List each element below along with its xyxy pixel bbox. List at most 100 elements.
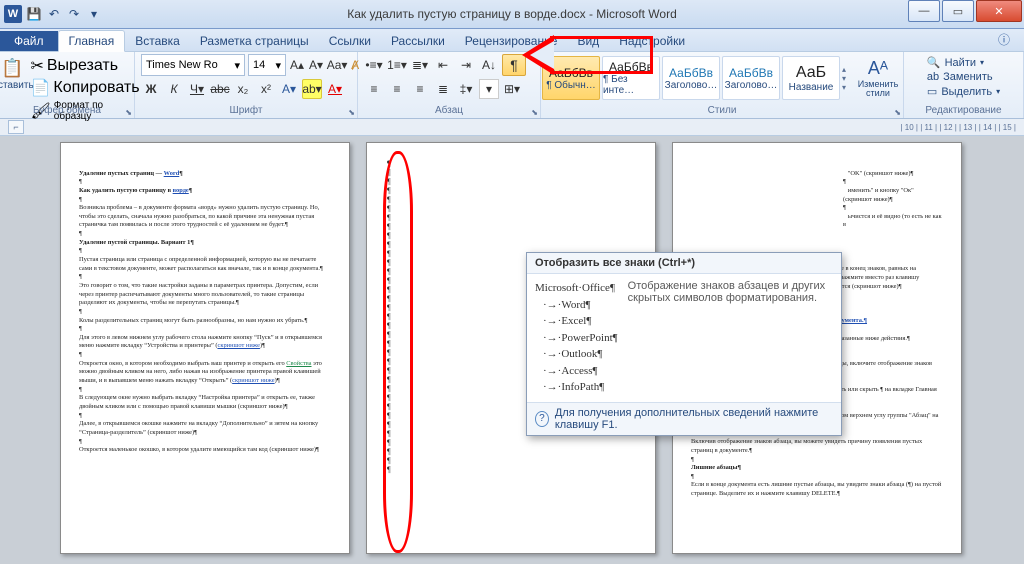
cut-label: Вырезать <box>47 57 118 75</box>
styles-launcher-icon[interactable]: ⬊ <box>894 108 901 117</box>
window-controls: — ▭ ✕ <box>908 0 1024 22</box>
group-font: Times New Ro▾ 14▾ A▴ A▾ Aa▾ Ⱥ Ж К Ч▾ abc… <box>135 52 358 118</box>
multilevel-button[interactable]: ≣▾ <box>410 55 430 75</box>
tooltip-footer: ? Для получения дополнительных сведений … <box>527 402 841 435</box>
close-button[interactable]: ✕ <box>976 0 1022 22</box>
justify-button[interactable]: ≣ <box>433 79 453 99</box>
shading-button[interactable]: ▾ <box>479 79 499 99</box>
tab-view[interactable]: Вид <box>567 31 609 51</box>
titlebar: W 💾 ↶ ↷ ▾ Как удалить пустую страницу в … <box>0 0 1024 29</box>
align-left-button[interactable]: ≡ <box>364 79 384 99</box>
minimize-button[interactable]: — <box>908 0 940 22</box>
tab-references[interactable]: Ссылки <box>319 31 381 51</box>
style-heading1[interactable]: АаБбВвЗаголово… <box>662 56 720 100</box>
grow-font-button[interactable]: A▴ <box>289 55 305 75</box>
line-spacing-button[interactable]: ‡▾ <box>456 79 476 99</box>
group-editing: 🔍Найти▾ abЗаменить ▭Выделить▾ Редактиров… <box>904 52 1024 118</box>
font-family-value: Times New Ro <box>146 59 218 71</box>
style-title[interactable]: АаБНазвание <box>782 56 840 100</box>
undo-icon[interactable]: ↶ <box>46 6 62 22</box>
ruler: ⌐ | 10 | | 11 | | 12 | | 13 | | 14 | | 1… <box>0 119 1024 136</box>
search-icon: 🔍 <box>927 56 941 69</box>
styles-more-icon[interactable]: ▾ <box>842 83 852 92</box>
tab-mailings[interactable]: Рассылки <box>381 31 455 51</box>
strike-button[interactable]: abc <box>210 79 230 99</box>
change-case-button[interactable]: Aa▾ <box>327 55 347 75</box>
superscript-button[interactable]: x² <box>256 79 276 99</box>
borders-button[interactable]: ⊞▾ <box>502 79 522 99</box>
group-editing-label: Редактирование <box>904 104 1023 117</box>
tab-selector-icon[interactable]: ⌐ <box>8 120 24 134</box>
scissors-icon: ✂ <box>30 56 43 76</box>
select-button[interactable]: ▭Выделить▾ <box>927 85 1000 98</box>
window-title: Как удалить пустую страницу в ворде.docx… <box>0 7 1024 21</box>
group-clipboard-label: Буфер обмена <box>0 104 134 117</box>
numbering-button[interactable]: 1≡▾ <box>387 55 407 75</box>
subscript-button[interactable]: x₂ <box>233 79 253 99</box>
paragraph-launcher-icon[interactable]: ⬊ <box>531 108 538 117</box>
document-page-1[interactable]: Удаление пустых страниц — Word¶ ¶ Как уд… <box>60 142 350 554</box>
document-area[interactable]: Отобразить все знаки (Ctrl+*) Microsoft·… <box>0 136 1024 564</box>
clipboard-launcher-icon[interactable]: ⬊ <box>125 108 132 117</box>
paste-label: Вставить <box>0 80 34 91</box>
paste-icon: 📋 <box>0 56 24 80</box>
indent-button[interactable]: ⇥ <box>456 55 476 75</box>
group-clipboard: 📋 Вставить ✂Вырезать 📄Копировать 🖌Формат… <box>0 52 135 118</box>
style-normal[interactable]: АаБбВв¶ Обычн… <box>542 56 600 100</box>
tab-review[interactable]: Рецензирование <box>455 31 568 51</box>
ribbon-tabs: Файл Главная Вставка Разметка страницы С… <box>0 29 1024 52</box>
chevron-down-icon: ▾ <box>275 59 281 72</box>
sort-button[interactable]: A↓ <box>479 55 499 75</box>
tooltip-f1-hint: Для получения дополнительных сведений на… <box>555 407 833 431</box>
underline-button[interactable]: Ч▾ <box>187 79 207 99</box>
styles-scroll-down-icon[interactable]: ▾ <box>842 74 852 83</box>
show-marks-tooltip: Отобразить все знаки (Ctrl+*) Microsoft·… <box>526 252 842 436</box>
change-styles-icon: Aᴬ <box>866 56 890 80</box>
replace-icon: ab <box>927 71 939 83</box>
style-heading2[interactable]: АаБбВвЗаголово… <box>722 56 780 100</box>
redo-icon[interactable]: ↷ <box>66 6 82 22</box>
tab-insert[interactable]: Вставка <box>125 31 190 51</box>
align-right-button[interactable]: ≡ <box>410 79 430 99</box>
qat-dropdown-icon[interactable]: ▾ <box>86 6 102 22</box>
show-marks-button[interactable]: ¶ <box>502 54 526 76</box>
copy-button[interactable]: 📄Копировать <box>30 78 139 98</box>
change-styles-button[interactable]: Aᴬ Изменить стили <box>854 54 902 102</box>
align-center-button[interactable]: ≡ <box>387 79 407 99</box>
bullets-button[interactable]: •≡▾ <box>364 55 384 75</box>
annotation-circle <box>383 151 413 553</box>
font-family-select[interactable]: Times New Ro ▾ <box>141 54 245 76</box>
text-effects-button[interactable]: A▾ <box>279 79 299 99</box>
shrink-font-button[interactable]: A▾ <box>308 55 324 75</box>
tooltip-preview-list: Microsoft·Office¶ ·→·Word¶ ·→·Excel¶ ·→·… <box>535 280 618 396</box>
highlight-button[interactable]: ab▾ <box>302 79 322 99</box>
font-size-value: 14 <box>253 59 265 71</box>
maximize-button[interactable]: ▭ <box>942 0 974 22</box>
help-icon[interactable]: ⓘ <box>988 28 1020 51</box>
tooltip-description: Отображение знаков абзацев и других скры… <box>628 280 833 396</box>
bold-button[interactable]: Ж <box>141 79 161 99</box>
ribbon: 📋 Вставить ✂Вырезать 📄Копировать 🖌Формат… <box>0 52 1024 119</box>
replace-button[interactable]: abЗаменить <box>927 71 1000 83</box>
chevron-down-icon: ▾ <box>234 59 240 72</box>
find-button[interactable]: 🔍Найти▾ <box>927 56 1000 69</box>
tooltip-title: Отобразить все знаки (Ctrl+*) <box>527 253 841 274</box>
chevron-down-icon: ▾ <box>996 87 1000 96</box>
font-launcher-icon[interactable]: ⬊ <box>348 108 355 117</box>
outdent-button[interactable]: ⇤ <box>433 55 453 75</box>
tab-page-layout[interactable]: Разметка страницы <box>190 31 319 51</box>
style-no-spacing[interactable]: АаБбВв¶ Без инте… <box>602 56 660 100</box>
styles-scroll-up-icon[interactable]: ▴ <box>842 65 852 74</box>
font-color-button[interactable]: A▾ <box>325 79 345 99</box>
copy-label: Копировать <box>53 79 139 97</box>
cut-button[interactable]: ✂Вырезать <box>30 56 139 76</box>
italic-button[interactable]: К <box>164 79 184 99</box>
quick-access-toolbar: W 💾 ↶ ↷ ▾ <box>0 5 106 23</box>
save-icon[interactable]: 💾 <box>26 6 42 22</box>
tab-home[interactable]: Главная <box>58 30 126 52</box>
tab-addins[interactable]: Надстройки <box>609 31 695 51</box>
chevron-down-icon: ▾ <box>980 58 984 67</box>
font-size-select[interactable]: 14 ▾ <box>248 54 286 76</box>
tab-file[interactable]: Файл <box>0 31 58 51</box>
paste-button[interactable]: 📋 Вставить <box>0 54 30 102</box>
